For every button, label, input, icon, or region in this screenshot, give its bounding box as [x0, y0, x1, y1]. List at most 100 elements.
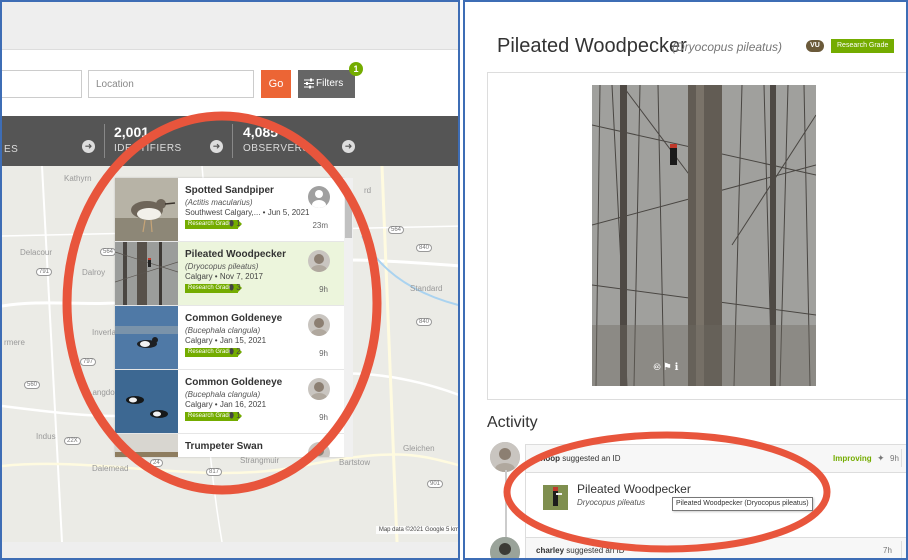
road-shield: 901: [427, 480, 444, 488]
common-goldeneye-photo: [115, 306, 178, 369]
activity-user: khoop suggested an ID: [536, 454, 621, 463]
map-place-label: Strangmuir: [240, 456, 280, 465]
filters-count-badge: 1: [349, 62, 363, 76]
map-attribution: Map data ©2021 Google 5 km: [375, 526, 458, 534]
identification-card: khoop suggested an ID Improving ✦ 9h ⌄ P…: [525, 444, 906, 540]
road-shield: 817: [206, 468, 223, 476]
user-photo-icon: [490, 537, 520, 558]
user-photo-icon: [311, 254, 327, 272]
observation-item[interactable]: Trumpeter Swan: [115, 434, 344, 457]
observation-scientific-name: (Bucephala clangula): [185, 390, 261, 399]
photo-viewer: 🅭 ⚑ ℹ: [487, 72, 906, 400]
id-tag-icon: ⬮: [229, 283, 235, 292]
observation-item[interactable]: Common Goldeneye (Bucephala clangula) Ca…: [115, 306, 344, 370]
timeline-line: [505, 470, 507, 540]
trumpeter-swan-photo: [115, 434, 178, 457]
observers-stat[interactable]: 4,085 OBSERVERS: [243, 124, 310, 154]
taxon-tooltip: Pileated Woodpecker (Dryocopus pileatus): [672, 497, 813, 511]
observation-common-name[interactable]: Spotted Sandpiper: [185, 185, 274, 196]
user-avatar[interactable]: [308, 186, 330, 208]
user-avatar[interactable]: [308, 314, 330, 336]
filters-button[interactable]: Filters: [298, 70, 355, 98]
observation-common-name[interactable]: Common Goldeneye: [185, 377, 282, 388]
improving-label: Improving: [833, 454, 872, 463]
photo-license-icons[interactable]: 🅭 ⚑ ℹ: [654, 362, 678, 374]
observation-place-date: Calgary • Nov 7, 2017: [185, 272, 263, 281]
chevron-down-icon[interactable]: ⌄: [901, 541, 906, 558]
observation-place-date: Calgary • Jan 15, 2021: [185, 336, 267, 345]
road-shield: 840: [416, 244, 433, 252]
activity-time: 7h: [883, 546, 892, 555]
spotted-sandpiper-photo: [115, 178, 178, 241]
stats-bar: ES ➜ 2,001 IDENTIFIERS ➜ 4,085 OBSERVERS…: [2, 116, 458, 166]
user-link[interactable]: khoop: [536, 454, 560, 463]
identifiers-count: 2,001: [114, 124, 150, 140]
observation-common-name[interactable]: Pileated Woodpecker: [185, 249, 286, 260]
search-row: Go Filters 1: [2, 50, 458, 116]
observation-time: 23m: [312, 221, 328, 230]
observation-common-name[interactable]: Trumpeter Swan: [185, 441, 263, 452]
list-scrollbar[interactable]: [344, 178, 353, 457]
observers-arrow-icon[interactable]: ➜: [342, 140, 355, 153]
taxon-thumbnail[interactable]: [543, 485, 568, 510]
taxon-common-name[interactable]: Pileated Woodpecker: [497, 35, 687, 58]
observation-item[interactable]: Spotted Sandpiper (Actitis macularius) S…: [115, 178, 344, 242]
map-place-label: rd: [364, 186, 372, 195]
id-count: ⬮ 1: [229, 219, 241, 228]
chevron-down-icon[interactable]: ⌄: [901, 449, 906, 467]
identification-card-header: khoop suggested an ID Improving ✦ 9h ⌄: [526, 445, 906, 473]
road-shield: 797: [80, 358, 97, 366]
user-avatar[interactable]: [308, 442, 330, 457]
map-place-label: Dalroy: [82, 268, 106, 277]
explore-panel: Go Filters 1 ES ➜ 2,001 IDENTIFIERS: [0, 0, 460, 560]
user-photo-icon: [490, 442, 520, 472]
woodpecker-thumbnail: [543, 485, 568, 510]
map-place-label: rmere: [4, 338, 25, 347]
observation-place-date: Calgary • Jan 16, 2021: [185, 400, 267, 409]
identifiers-stat[interactable]: 2,001 IDENTIFIERS: [114, 124, 182, 154]
go-button[interactable]: Go: [261, 70, 291, 98]
map-place-label: Standard: [410, 284, 443, 293]
identification-scientific-name: Dryocopus pileatus: [577, 498, 646, 507]
observation-common-name[interactable]: Common Goldeneye: [185, 313, 282, 324]
observation-scientific-name: (Actitis macularius): [185, 198, 253, 207]
observation-time: 9h: [319, 285, 328, 294]
pileated-woodpecker-photo: [115, 242, 178, 305]
user-link[interactable]: charley: [536, 546, 564, 555]
identifiers-arrow-icon[interactable]: ➜: [210, 140, 223, 153]
species-arrow-icon[interactable]: ➜: [82, 140, 95, 153]
road-shield: 840: [416, 318, 433, 326]
user-photo-icon: [311, 382, 327, 400]
species-search-input[interactable]: [2, 70, 82, 98]
observation-place-date: Southwest Calgary,... • Jun 5, 2021: [185, 208, 310, 217]
id-count: ⬮ 2: [229, 347, 241, 356]
road-shield: 560: [24, 381, 41, 389]
map-place-label: Kathyrn: [64, 174, 92, 183]
location-input[interactable]: [88, 70, 254, 98]
observation-photo[interactable]: [592, 85, 816, 386]
id-tag-icon: ⬮: [229, 411, 235, 420]
top-bar: [2, 2, 458, 50]
observation-time: 9h: [319, 349, 328, 358]
filters-label: Filters: [316, 78, 344, 89]
identifiers-label: IDENTIFIERS: [114, 143, 182, 154]
user-avatar[interactable]: [490, 442, 520, 472]
sliders-icon: [304, 78, 314, 89]
user-photo-icon: [314, 446, 324, 456]
user-avatar[interactable]: [490, 537, 520, 558]
observation-item[interactable]: Common Goldeneye (Bucephala clangula) Ca…: [115, 370, 344, 434]
road-shield: 24: [150, 459, 163, 467]
bottom-band: [2, 542, 458, 558]
id-tag-icon: ⬮: [229, 347, 235, 356]
observers-count: 4,085: [243, 124, 279, 140]
user-avatar[interactable]: [308, 378, 330, 400]
research-grade-badge: Research Grade: [831, 39, 895, 53]
observation-item[interactable]: Pileated Woodpecker (Dryocopus pileatus)…: [115, 242, 344, 306]
taxon-scientific-name: (Dryocopus pileatus): [672, 40, 783, 54]
scrollbar-thumb[interactable]: [345, 194, 352, 238]
road-shield: 22X: [64, 437, 81, 445]
species-stat-label: ES: [4, 144, 19, 155]
identification-common-name[interactable]: Pileated Woodpecker: [577, 482, 691, 496]
user-avatar[interactable]: [308, 250, 330, 272]
map-place-label: Dalemead: [92, 464, 129, 473]
